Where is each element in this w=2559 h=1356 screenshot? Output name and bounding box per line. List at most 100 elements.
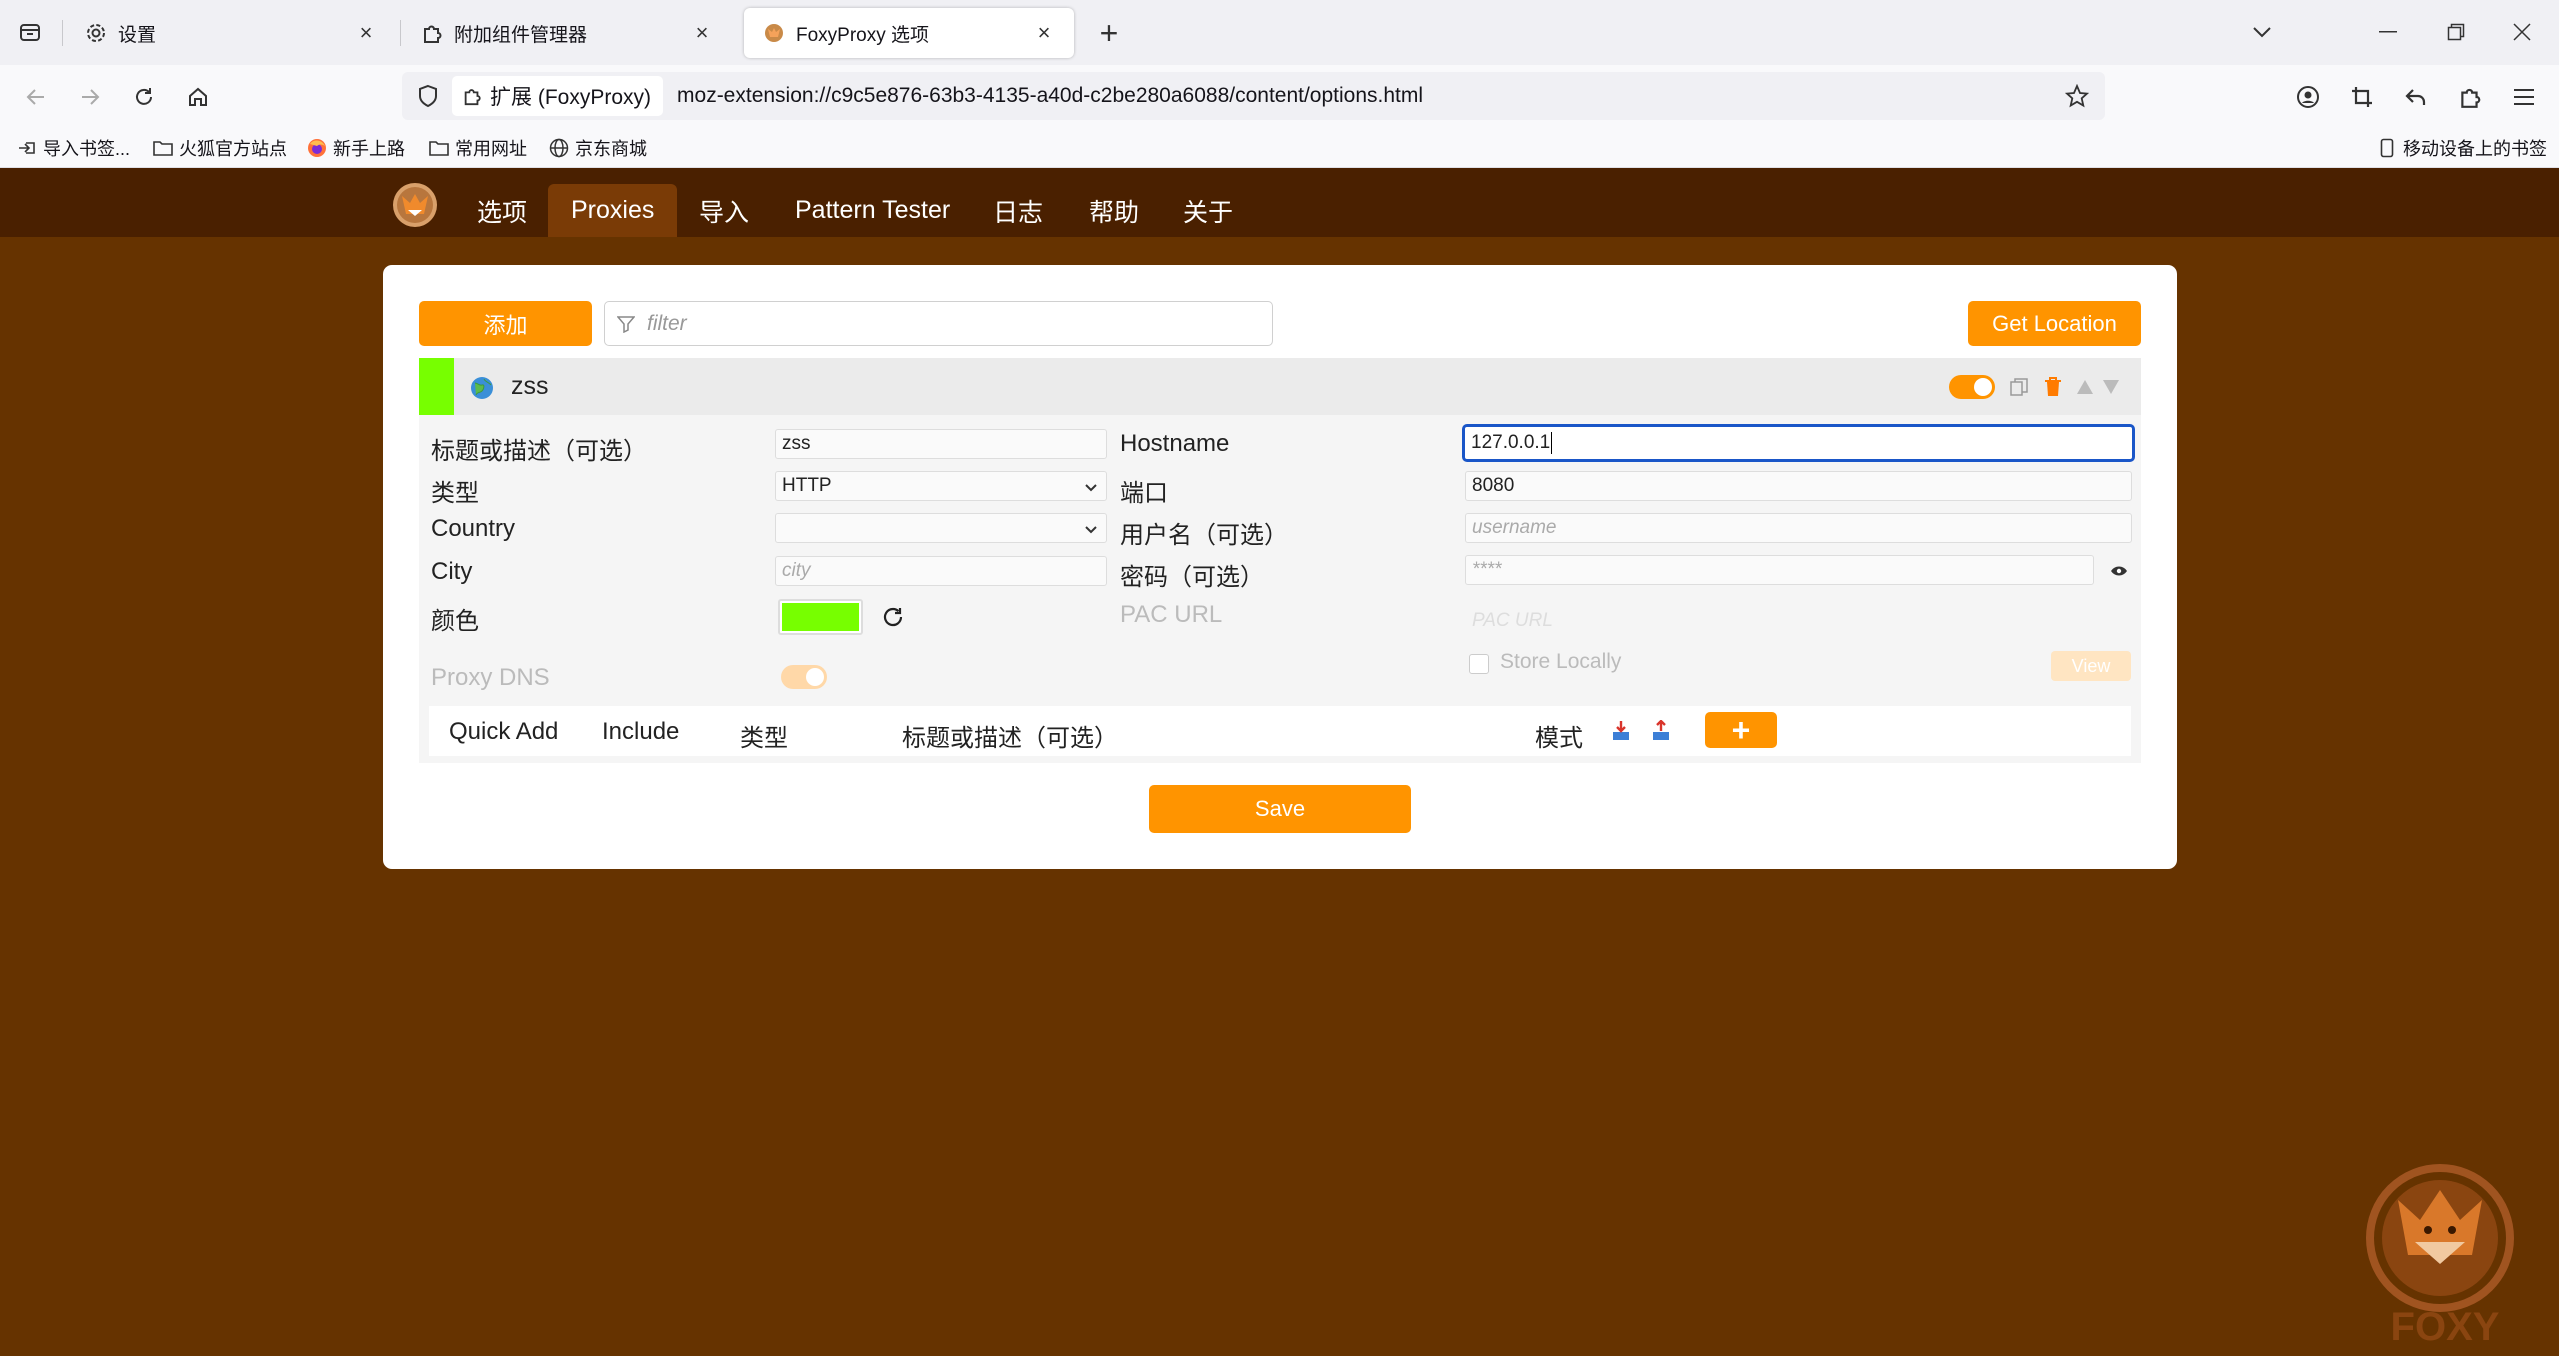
hamburger-menu-icon[interactable] bbox=[2506, 79, 2542, 115]
type-select[interactable]: HTTP bbox=[775, 471, 1107, 501]
nav-label: Pattern Tester bbox=[795, 196, 951, 224]
delete-trash-icon[interactable] bbox=[2041, 375, 2065, 399]
city-input[interactable]: city bbox=[775, 556, 1107, 586]
patterns-header: Quick Add Include 类型 标题或描述（可选） 模式 + bbox=[429, 706, 2131, 756]
import-icon bbox=[16, 137, 38, 159]
tab-separator bbox=[400, 20, 401, 46]
nav-log[interactable]: 日志 bbox=[970, 184, 1066, 237]
proxy-dns-label: Proxy DNS bbox=[431, 664, 550, 691]
filter-input[interactable]: filter bbox=[604, 301, 1273, 346]
reload-icon[interactable] bbox=[126, 79, 162, 115]
forward-arrow-icon[interactable] bbox=[72, 79, 108, 115]
add-pattern-button[interactable]: + bbox=[1705, 712, 1777, 748]
bookmark-label: 导入书签... bbox=[43, 139, 131, 159]
bookmark-jd[interactable]: 京东商城 bbox=[548, 135, 647, 161]
random-color-refresh-icon[interactable] bbox=[879, 603, 907, 631]
password-input[interactable]: **** bbox=[1465, 555, 2094, 585]
move-down-icon[interactable] bbox=[2099, 375, 2123, 399]
tab-settings[interactable]: 设置 × bbox=[66, 8, 396, 58]
show-password-eye-icon[interactable] bbox=[2109, 561, 2129, 581]
pac-url-label: PAC URL bbox=[1120, 601, 1223, 628]
close-window-icon[interactable] bbox=[2502, 14, 2542, 50]
nav-proxies[interactable]: Proxies bbox=[548, 184, 678, 237]
bookmarks-toolbar: 导入书签... 火狐官方站点 新手上路 常用网址 京东商城 移动设备上的书签 bbox=[0, 128, 2559, 168]
shield-icon[interactable] bbox=[408, 76, 448, 116]
account-icon[interactable] bbox=[2290, 79, 2326, 115]
proxy-dns-toggle[interactable] bbox=[781, 665, 827, 689]
bookmark-label: 新手上路 bbox=[333, 139, 405, 159]
back-arrow-icon[interactable] bbox=[18, 79, 54, 115]
add-proxy-button[interactable]: 添加 bbox=[419, 301, 592, 346]
filter-placeholder: filter bbox=[647, 311, 687, 335]
bookmark-folder-firefox-official[interactable]: 火狐官方站点 bbox=[152, 135, 287, 161]
store-locally-checkbox[interactable] bbox=[1469, 654, 1489, 674]
col-title: 标题或描述（可选） bbox=[902, 725, 1118, 752]
new-tab-button[interactable]: + bbox=[1092, 15, 1126, 51]
nav-label: Proxies bbox=[571, 196, 655, 224]
nav-import[interactable]: 导入 bbox=[676, 184, 772, 237]
mobile-device-icon bbox=[2376, 137, 2398, 159]
import-patterns-icon[interactable] bbox=[1609, 719, 1633, 743]
folder-icon bbox=[428, 137, 450, 159]
puzzle-icon bbox=[462, 86, 482, 106]
undo-arrow-icon[interactable] bbox=[2398, 79, 2434, 115]
export-patterns-icon[interactable] bbox=[1649, 719, 1673, 743]
firefox-icon bbox=[306, 137, 328, 159]
type-label: 类型 bbox=[431, 480, 479, 507]
chevron-down-icon bbox=[1084, 520, 1098, 542]
globe-icon bbox=[548, 137, 570, 159]
tab-foxyproxy-options[interactable]: FoxyProxy 选项 × bbox=[744, 8, 1074, 58]
title-input[interactable]: zss bbox=[775, 429, 1107, 459]
color-picker[interactable] bbox=[778, 599, 863, 635]
nav-label: 帮助 bbox=[1089, 198, 1140, 227]
nav-options[interactable]: 选项 bbox=[454, 184, 550, 237]
hostname-input[interactable]: 127.0.0.1 bbox=[1462, 424, 2135, 462]
username-input[interactable]: username bbox=[1465, 513, 2132, 543]
country-label: Country bbox=[431, 515, 516, 542]
extension-identity-chip[interactable]: 扩展 (FoxyProxy) bbox=[452, 76, 664, 116]
url-bar[interactable]: 扩展 (FoxyProxy) moz-extension://c9c5e876-… bbox=[402, 72, 2105, 120]
puzzle-icon bbox=[420, 21, 444, 45]
firefox-view-icon[interactable] bbox=[14, 16, 46, 48]
move-up-icon[interactable] bbox=[2073, 375, 2097, 399]
extensions-puzzle-icon[interactable] bbox=[2452, 79, 2488, 115]
bookmark-folder-common-sites[interactable]: 常用网址 bbox=[428, 135, 527, 161]
port-input[interactable]: 8080 bbox=[1465, 471, 2132, 501]
get-location-button[interactable]: Get Location bbox=[1968, 301, 2141, 346]
bookmark-star-icon[interactable] bbox=[2061, 80, 2093, 112]
country-select[interactable] bbox=[775, 513, 1107, 543]
col-pattern: 模式 bbox=[1535, 725, 1583, 752]
watermark-text: FOXY bbox=[2391, 1305, 2500, 1349]
navigation-toolbar: 扩展 (FoxyProxy) moz-extension://c9c5e876-… bbox=[0, 65, 2559, 128]
text-cursor bbox=[1551, 432, 1553, 454]
nav-about[interactable]: 关于 bbox=[1160, 184, 1256, 237]
nav-help[interactable]: 帮助 bbox=[1066, 184, 1162, 237]
close-icon[interactable]: × bbox=[690, 20, 714, 45]
bookmark-getting-started[interactable]: 新手上路 bbox=[306, 135, 405, 161]
url-text[interactable]: moz-extension://c9c5e876-63b3-4135-a40d-… bbox=[677, 84, 1423, 108]
save-button[interactable]: Save bbox=[1149, 785, 1411, 833]
view-pac-button[interactable]: View bbox=[2051, 651, 2131, 681]
tab-addons-manager[interactable]: 附加组件管理器 × bbox=[402, 8, 732, 58]
minimize-icon[interactable] bbox=[2368, 14, 2408, 50]
proxy-enabled-toggle[interactable] bbox=[1949, 375, 1995, 399]
close-icon[interactable]: × bbox=[354, 20, 378, 45]
home-icon[interactable] bbox=[180, 79, 216, 115]
foxyproxy-icon bbox=[762, 21, 786, 45]
duplicate-icon[interactable] bbox=[2007, 375, 2031, 399]
close-icon[interactable]: × bbox=[1032, 20, 1056, 45]
proxy-name: zss bbox=[511, 372, 549, 400]
tab-separator bbox=[62, 20, 63, 46]
bookmark-label: 常用网址 bbox=[455, 139, 527, 159]
nav-pattern-tester[interactable]: Pattern Tester bbox=[772, 184, 973, 237]
proxy-summary-header[interactable]: zss bbox=[419, 358, 2141, 415]
col-quick-add: Quick Add bbox=[449, 718, 559, 745]
screenshot-crop-icon[interactable] bbox=[2344, 79, 2380, 115]
pac-url-input[interactable]: PAC URL bbox=[1465, 606, 2132, 636]
list-all-tabs-chevron-icon[interactable] bbox=[2242, 14, 2282, 50]
bookmark-mobile-bookmarks[interactable]: 移动设备上的书签 bbox=[2376, 135, 2547, 161]
restore-icon[interactable] bbox=[2436, 14, 2476, 50]
bookmark-import[interactable]: 导入书签... bbox=[16, 135, 130, 161]
extension-chip-label: 扩展 (FoxyProxy) bbox=[490, 86, 652, 109]
store-locally-label: Store Locally bbox=[1500, 650, 1622, 673]
